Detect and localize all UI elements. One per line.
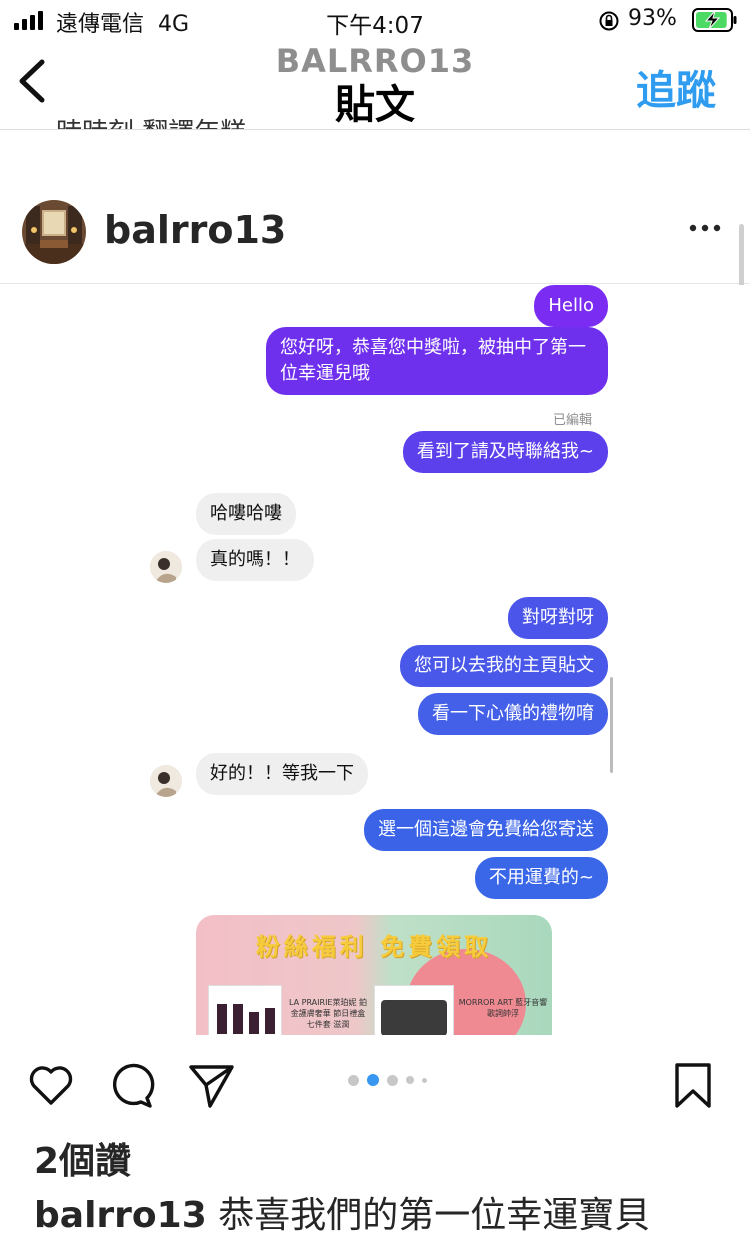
carousel-dot — [387, 1074, 398, 1086]
promo-banner-image: 粉絲福利 免費領取 LA PRAIRIE萊珀妮 鉑金護膚奢華 節日禮盒七件套 滋… — [196, 915, 552, 1035]
post-image-chat-screenshot[interactable]: Hello 您好呀，恭喜您中獎啦，被抽中了第一位幸運兒哦 已編輯 看到了請及時聯… — [0, 285, 750, 1035]
sender-avatar — [150, 551, 182, 583]
status-bar: 遠傳電信 4G 下午4:07 93% — [0, 0, 750, 42]
chat-scrollbar — [610, 677, 613, 773]
battery-percent: 93% — [628, 6, 677, 31]
rotation-lock-icon — [599, 11, 619, 31]
promo-item-label: MORROR ART 藍牙音響 歌詞帥浮 — [458, 998, 548, 1018]
product-image-skincare — [208, 985, 282, 1035]
carousel-dots — [348, 1074, 427, 1086]
share-icon[interactable] — [186, 1060, 236, 1110]
follow-button[interactable]: 追蹤 — [636, 58, 716, 116]
caption-username[interactable]: balrro13 — [34, 1195, 207, 1236]
avatar[interactable] — [22, 200, 86, 264]
more-options-icon[interactable] — [688, 222, 722, 234]
chat-bubble-outgoing: 您好呀，恭喜您中獎啦，被抽中了第一位幸運兒哦 — [266, 327, 608, 395]
carousel-dot — [406, 1076, 414, 1084]
chat-bubble-incoming: 好的！！等我一下 — [196, 753, 368, 795]
post-actions-bar — [0, 1050, 750, 1120]
carousel-dot-active — [367, 1074, 379, 1086]
chat-bubble-outgoing: 看一下心儀的禮物唷 — [418, 693, 608, 735]
post-username[interactable]: balrro13 — [104, 208, 286, 252]
chat-bubble-outgoing: 您可以去我的主頁貼文 — [400, 645, 608, 687]
chat-bubble-incoming: 哈嘍哈嘍 — [196, 493, 296, 535]
chat-bubble-incoming: 真的嗎！！ — [196, 539, 314, 581]
promo-title: 粉絲福利 免費領取 — [255, 933, 493, 961]
chat-bubble-outgoing: Hello — [534, 285, 608, 327]
post-nav-header: …時時刻 翻譯年糕 BALRRO13 貼文 追蹤 — [0, 42, 750, 130]
likes-count[interactable]: 2個讚 — [34, 1132, 131, 1184]
carousel-dot — [422, 1077, 427, 1083]
post-header: balrro13 — [0, 186, 750, 284]
promo-item-label: LA PRAIRIE萊珀妮 鉑金護膚奢華 節日禮盒七件套 滋潤 — [288, 998, 368, 1029]
caption-text: 恭喜我們的第一位幸運寶貝 — [218, 1195, 651, 1236]
chat-bubble-outgoing: 對呀對呀 — [508, 597, 608, 639]
battery-charging-icon — [692, 8, 737, 32]
chat-bubble-outgoing: 選一個這邊會免費給您寄送 — [364, 809, 608, 851]
comment-icon[interactable] — [106, 1060, 156, 1110]
carousel-dot — [348, 1074, 359, 1086]
bookmark-icon[interactable] — [668, 1060, 718, 1110]
chat-bubble-outgoing: 看到了請及時聯絡我~ — [402, 431, 608, 473]
post-caption: balrro13 恭喜我們的第一位幸運寶貝 — [34, 1186, 650, 1238]
edited-label: 已編輯 — [552, 413, 592, 428]
sender-avatar — [150, 765, 182, 797]
product-image-speaker — [374, 985, 454, 1035]
chat-bubble-outgoing: 不用運費的~ — [474, 857, 608, 899]
heart-icon[interactable] — [26, 1060, 76, 1110]
